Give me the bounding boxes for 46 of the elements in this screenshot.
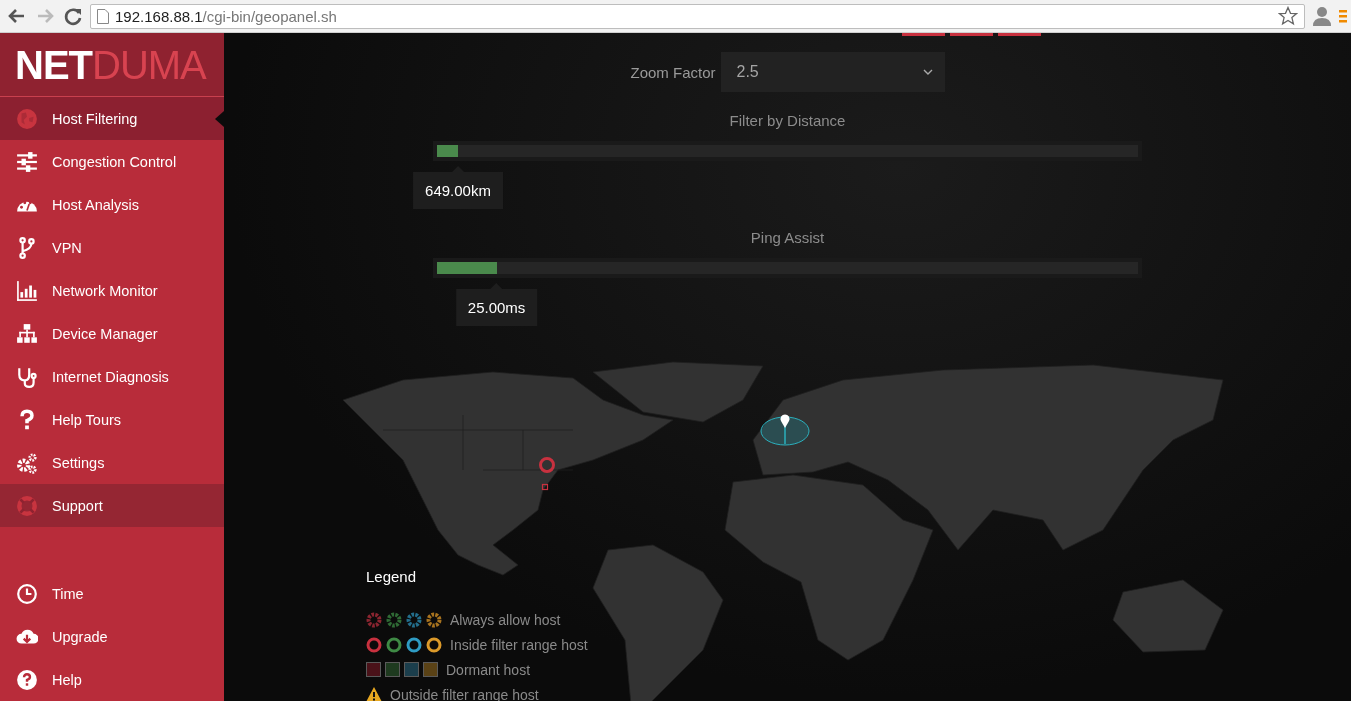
sidebar-item[interactable]: Host Filtering [0,97,224,140]
branch-icon [16,236,38,259]
sidebar-item[interactable]: Support [0,484,224,527]
reload-button[interactable] [62,5,84,27]
sidebar-item[interactable]: Settings [0,441,224,484]
gears-icon [16,451,38,474]
bar-chart-icon [16,279,38,302]
home-location-marker[interactable] [760,414,810,446]
sitemap-icon [16,322,38,345]
clock-icon [16,582,38,605]
address-bar[interactable]: 192.168.88.1/cgi-bin/geopanel.sh [90,3,1305,29]
sidebar-item[interactable]: VPN [0,226,224,269]
sidebar-item[interactable]: Host Analysis [0,183,224,226]
zoom-factor-label: Zoom Factor [630,63,716,81]
slider-label: Filter by Distance [729,112,846,129]
star-icon[interactable] [1278,6,1298,26]
menu-icon[interactable] [1339,8,1347,24]
chevron-down-icon [922,69,933,75]
sidebar-item[interactable]: Time [0,572,224,615]
value-tooltip: 25.00ms [455,289,538,326]
url-text: 192.168.88.1/cgi-bin/geopanel.sh [115,7,338,25]
logo-text: NETDUMA [15,44,206,85]
slider-fill[interactable] [437,262,497,274]
legend-title: Legend [366,568,418,585]
slider-fill[interactable] [437,145,458,157]
zoom-factor-select[interactable]: 2.5 [720,52,945,92]
value-tooltip: 649.00km [413,172,503,209]
sidebar-item[interactable]: Internet Diagnosis [0,355,224,398]
legend-label: Always allow host [450,611,561,628]
page-icon [97,8,109,24]
globe-icon [16,107,38,130]
sidebar-item[interactable]: Help [0,658,224,701]
sidebar-item[interactable]: Network Monitor [0,269,224,312]
slider-label: Ping Assist [750,229,825,246]
legend-label: Inside filter range host [450,636,588,653]
stethoscope-icon [16,365,38,388]
sidebar-item[interactable]: Upgrade [0,615,224,658]
legend-label: Dormant host [446,661,531,678]
sidebar-item[interactable]: Device Manager [0,312,224,355]
help-icon [16,668,38,691]
sidebar-item[interactable]: Help Tours [0,398,224,441]
host-ring-marker[interactable] [539,457,555,473]
sidebar-item[interactable]: Congestion Control [0,140,224,183]
sliders-icon [16,150,38,173]
lifebuoy-icon [16,494,38,517]
user-icon[interactable] [1311,5,1333,27]
